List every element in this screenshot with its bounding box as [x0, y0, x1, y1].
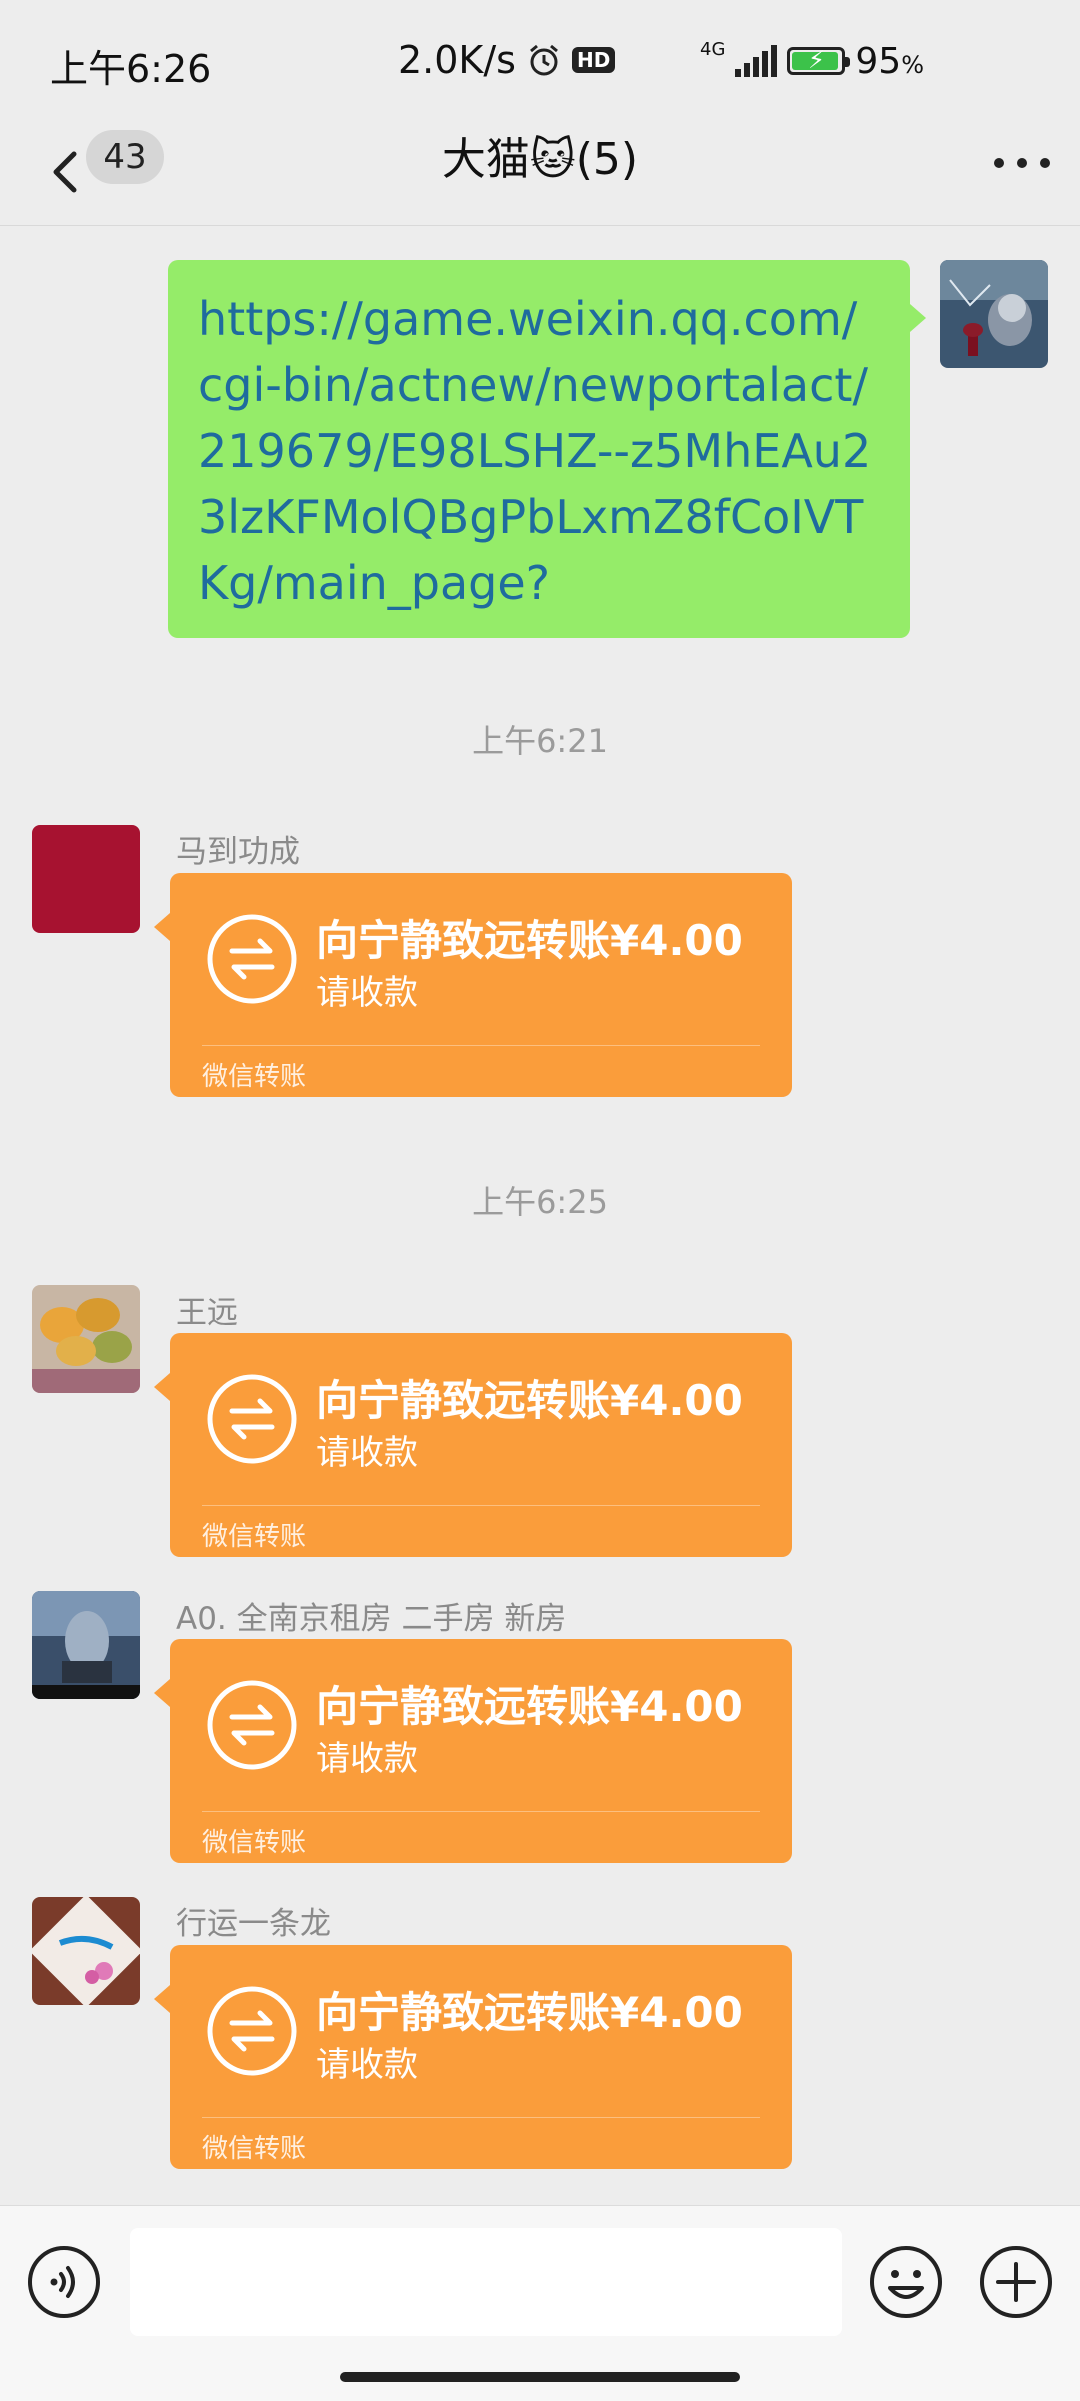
status-bar: 上午6:26 2.0K/s HD 4G ⚡ 95% [0, 0, 1080, 120]
sender-name: 王远 [176, 1295, 238, 1331]
dot-icon [1017, 158, 1027, 168]
dot-icon [1040, 158, 1050, 168]
transfer-subtitle: 请收款 [316, 973, 418, 1013]
transfer-subtitle: 请收款 [316, 1739, 418, 1779]
hd-badge: HD [571, 47, 616, 73]
sender-avatar[interactable] [32, 1285, 140, 1393]
transfer-icon [207, 1680, 297, 1770]
transfer-title: 向宁静致远转账¥4.00 [316, 1988, 743, 2037]
timestamp-divider: 上午6:21 [472, 722, 608, 760]
alarm-icon [529, 44, 558, 76]
sender-name: A0. 全南京租房 二手房 新房 [176, 1601, 567, 1637]
transfer-footer: 微信转账 [202, 1522, 307, 1552]
avatar-image [940, 260, 1048, 368]
transfer-icon [207, 1986, 297, 2076]
chat-header: 大猫🐱(5) [0, 120, 1080, 226]
battery-icon: ⚡ [787, 46, 851, 75]
transfer-divider [202, 2117, 760, 2118]
dot-icon [994, 158, 1004, 168]
transfer-divider [202, 1045, 760, 1046]
transfer-divider [202, 1811, 760, 1812]
chat-title[interactable]: 大猫🐱(5) [442, 134, 638, 185]
plus-icon[interactable] [978, 2244, 1054, 2320]
sender-name: 行运一条龙 [176, 1906, 331, 1942]
more-options-button[interactable] [994, 158, 1050, 168]
message-input[interactable] [130, 2228, 842, 2336]
transfer-card[interactable]: 向宁静致远转账¥4.00 请收款 微信转账 [154, 1639, 792, 1863]
network-type: 4G [700, 38, 726, 60]
status-indicators: 2.0K/s HD [398, 38, 616, 82]
transfer-footer: 微信转账 [202, 1062, 307, 1092]
avatar-image [32, 1897, 140, 2005]
sender-avatar[interactable] [32, 825, 140, 933]
transfer-title: 向宁静致远转账¥4.00 [316, 1376, 743, 1425]
transfer-footer: 微信转账 [202, 1828, 307, 1858]
transfer-icon [207, 914, 297, 1004]
transfer-title: 向宁静致远转账¥4.00 [316, 1682, 743, 1731]
transfer-footer: 微信转账 [202, 2134, 307, 2164]
unread-count-badge[interactable]: 43 [86, 130, 164, 184]
avatar-image [32, 1285, 140, 1393]
sender-avatar[interactable] [32, 1591, 140, 1699]
self-link-message[interactable]: https://game.weixin.qq.com/cgi-bin/actne… [168, 260, 926, 638]
avatar-image [32, 1591, 140, 1699]
signal-icon [735, 45, 778, 77]
transfer-title: 向宁静致远转账¥4.00 [316, 916, 743, 965]
transfer-card[interactable]: 向宁静致远转账¥4.00 请收款 微信转账 [154, 1333, 792, 1557]
battery-percent: 95% [855, 40, 925, 82]
self-avatar[interactable] [940, 260, 1048, 368]
sender-avatar[interactable] [32, 1897, 140, 2005]
emoji-icon[interactable] [868, 2244, 944, 2320]
transfer-card[interactable]: 向宁静致远转账¥4.00 请收款 微信转账 [154, 873, 792, 1097]
voice-input-icon[interactable] [26, 2244, 102, 2320]
transfer-subtitle: 请收款 [316, 2045, 418, 2085]
link-text[interactable]: https://game.weixin.qq.com/cgi-bin/actne… [198, 292, 871, 610]
transfer-icon [207, 1374, 297, 1464]
transfer-divider [202, 1505, 760, 1506]
sender-name: 马到功成 [176, 834, 300, 870]
transfer-card[interactable]: 向宁静致远转账¥4.00 请收款 微信转账 [154, 1945, 792, 2169]
status-right: 4G ⚡ 95% [700, 36, 924, 86]
home-indicator[interactable] [340, 2372, 740, 2382]
timestamp-divider: 上午6:25 [472, 1183, 608, 1221]
network-speed: 2.0K/s [398, 38, 516, 82]
status-time: 上午6:26 [50, 47, 212, 91]
transfer-subtitle: 请收款 [316, 1433, 418, 1473]
